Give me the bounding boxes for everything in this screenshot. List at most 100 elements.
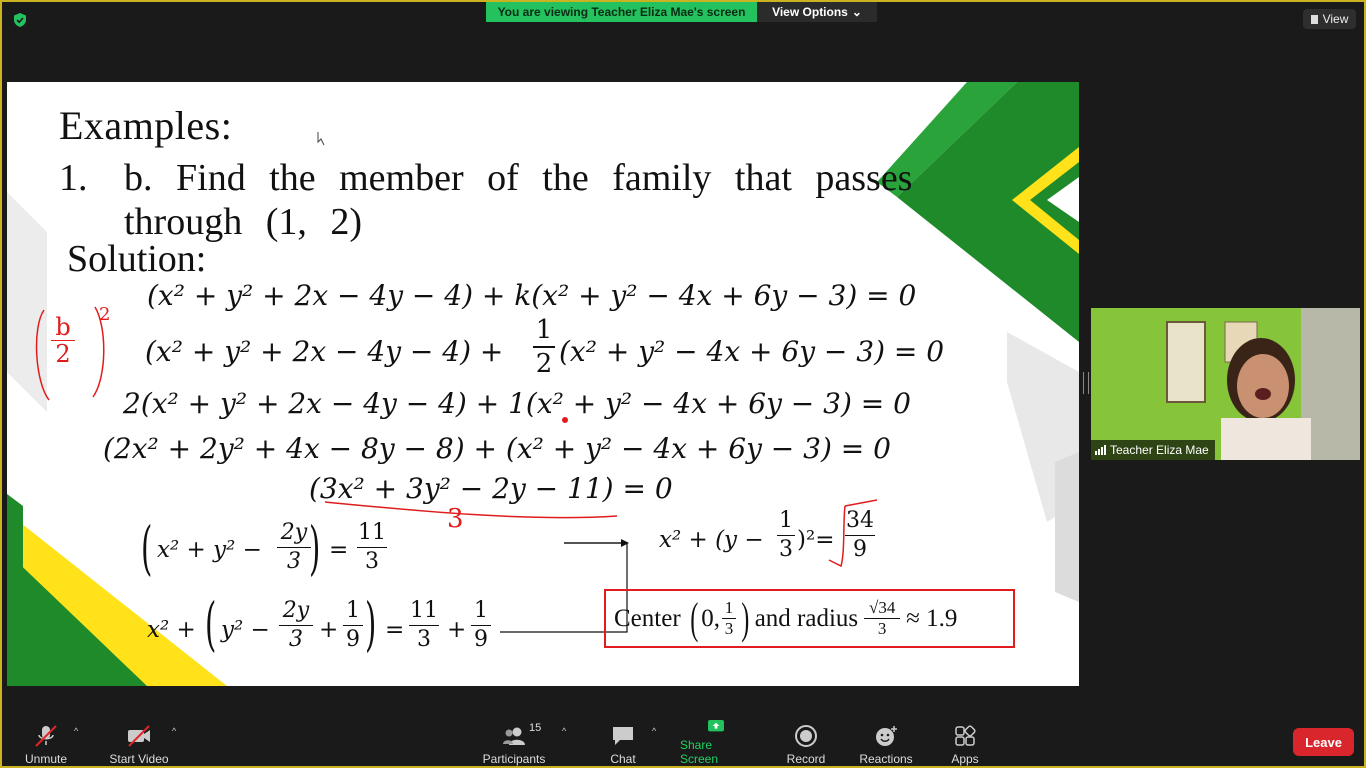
plus-sign-2: +	[447, 617, 467, 643]
apps-button[interactable]: Apps	[948, 718, 982, 766]
fraction-den: 2	[533, 346, 555, 380]
step8-rhs1-den: 3	[409, 625, 439, 654]
video-frame	[1091, 308, 1360, 460]
step8-frac2-den: 9	[343, 625, 363, 654]
view-button[interactable]: View	[1303, 9, 1356, 29]
participants-label: Participants	[482, 752, 546, 766]
paren-close: )	[309, 514, 321, 582]
result-frac-num: 1	[779, 508, 793, 533]
handwritten-divisor: 3	[447, 504, 464, 534]
view-options-button[interactable]: View Options ⌄	[757, 2, 877, 22]
chat-button[interactable]: Chat	[608, 718, 638, 766]
record-label: Record	[786, 752, 826, 766]
viewing-text: You are viewing Teacher Eliza Mae's scre…	[497, 5, 746, 19]
result-tail: )²=	[797, 527, 835, 553]
video-options-caret[interactable]: ^	[172, 726, 176, 736]
leave-label: Leave	[1305, 734, 1342, 750]
start-video-button[interactable]: Start Video	[108, 718, 170, 766]
handwritten-num: b	[55, 313, 71, 341]
mouse-cursor-icon	[317, 132, 325, 146]
unmute-button[interactable]: Unmute	[22, 718, 70, 766]
step7-frac: 2y 3	[277, 519, 311, 576]
reactions-button[interactable]: Reactions	[858, 718, 914, 766]
step8-frac1-num: 2y	[282, 598, 310, 623]
participants-options-caret[interactable]: ^	[562, 726, 566, 736]
step7-left: x² + y² −	[157, 537, 262, 563]
handwritten-exponent: 2	[99, 304, 111, 325]
equation-line-3: 2(x² + y² + 2x − 4y − 4) + 1(x² + y² − 4…	[123, 387, 911, 420]
chat-label: Chat	[610, 752, 636, 766]
plus-sign-1: +	[319, 617, 339, 643]
problem-text: b. Find the member of the family that pa…	[124, 157, 913, 243]
solution-label: Solution:	[67, 238, 207, 280]
slide-gray-shape-left	[7, 192, 47, 412]
reactions-label: Reactions	[859, 752, 913, 766]
radius-label: and radius	[754, 604, 859, 632]
participant-name-tag: Teacher Eliza Mae	[1091, 440, 1215, 460]
equals-sign-2: =	[385, 617, 405, 643]
radius-approx: ≈ 1.9	[906, 604, 958, 632]
participants-count: 15	[529, 722, 542, 734]
participants-icon	[503, 727, 525, 745]
problem-number: 1.	[59, 157, 88, 199]
slide-title: Examples:	[59, 103, 233, 148]
shared-screen: Examples: 1. b. Find the member of the f…	[7, 82, 1079, 686]
step8-frac2-num: 1	[346, 598, 360, 623]
radius-den: 3	[864, 618, 901, 639]
apps-icon	[955, 725, 976, 746]
share-screen-button[interactable]: Share Screen	[680, 718, 752, 766]
step8-frac1: 2y 3	[279, 597, 313, 654]
view-layout-icon	[1310, 14, 1318, 24]
step8-left: x² +	[147, 617, 196, 643]
apps-label: Apps	[951, 752, 979, 766]
equation-line-4: (2x² + 2y² + 4x − 8y − 8) + (x² + y² − 4…	[103, 432, 891, 465]
microphone-muted-icon	[35, 725, 57, 747]
answer-box: Center ( 0, 1 3 ) and radius √34 3 ≈ 1.9	[604, 589, 1015, 648]
panel-resize-handle[interactable]	[1083, 372, 1089, 394]
paren-close-2: )	[365, 590, 377, 658]
result-left: x² + (y −	[659, 527, 764, 553]
record-button[interactable]: Record	[786, 718, 826, 766]
step8-rhs1-num: 11	[410, 598, 438, 623]
step7-rhs-num: 11	[358, 520, 386, 545]
step8-rhs2: 1 9	[471, 597, 491, 654]
security-shield-icon[interactable]	[12, 12, 28, 28]
chevron-down-icon: ⌄	[851, 5, 862, 19]
start-video-label: Start Video	[109, 752, 169, 766]
handwritten-fraction: b 2	[51, 314, 75, 367]
result-rhs-den: 9	[845, 535, 875, 564]
audio-options-caret[interactable]: ^	[74, 726, 78, 736]
meeting-toolbar: Unmute ^ Start Video ^ Participants 15 ^…	[0, 712, 1366, 768]
person-face	[1237, 354, 1289, 418]
share-screen-icon	[708, 720, 724, 732]
step8-rhs2-den: 9	[471, 625, 491, 654]
center-x: 0,	[701, 604, 721, 632]
equation-line-2a: (x² + y² + 2x − 4y − 4) +	[145, 335, 504, 368]
unmute-label: Unmute	[24, 752, 68, 766]
center-frac-num: 1	[724, 598, 734, 617]
leave-button[interactable]: Leave	[1293, 728, 1354, 756]
viewing-screen-banner: You are viewing Teacher Eliza Mae's scre…	[486, 2, 757, 22]
equation-line-5: (3x² + 3y² − 2y − 11) = 0	[309, 472, 673, 505]
chat-bubble-icon	[613, 727, 633, 745]
chat-options-caret[interactable]: ^	[652, 726, 656, 736]
video-camera-off-icon	[128, 725, 150, 747]
fraction-one-half: 1 2	[533, 314, 555, 380]
center-label: Center	[614, 604, 681, 632]
step7-rhs-den: 3	[357, 547, 387, 576]
share-screen-label: Share Screen	[680, 738, 719, 766]
step7-rhs: 11 3	[357, 519, 387, 576]
step8-frac2: 1 9	[343, 597, 363, 654]
answer-paren-open: (	[689, 594, 698, 643]
participant-name: Teacher Eliza Mae	[1110, 443, 1209, 457]
paren-open-2: (	[205, 590, 217, 658]
step7-frac-den: 3	[277, 547, 311, 576]
equation-line-1: (x² + y² + 2x − 4y − 4) + k(x² + y² − 4x…	[147, 279, 917, 312]
participant-video-tile[interactable]: Teacher Eliza Mae	[1091, 308, 1360, 460]
result-rhs-num: 34	[846, 508, 874, 533]
step8-rhs1: 11 3	[409, 597, 439, 654]
radius-num: √34	[868, 598, 896, 617]
view-options-label: View Options	[772, 5, 848, 19]
person-shirt	[1221, 418, 1311, 460]
step8-rhs2-num: 1	[474, 598, 488, 623]
